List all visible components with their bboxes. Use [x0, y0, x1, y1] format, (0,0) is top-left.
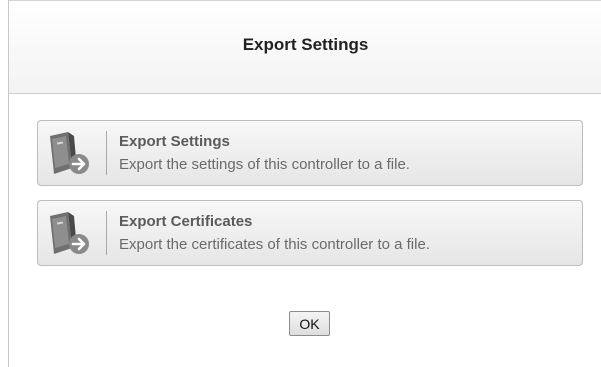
export-settings-option[interactable]: Export Settings Export the settings of t…	[37, 120, 583, 186]
option-divider	[106, 131, 107, 175]
dialog-title: Export Settings	[242, 35, 369, 54]
controller-export-icon	[46, 210, 98, 258]
option-title: Export Certificates	[119, 213, 253, 230]
export-certificates-option[interactable]: Export Certificates Export the certifica…	[37, 200, 583, 266]
option-description: Export the settings of this controller t…	[119, 156, 410, 173]
dialog-header: Export Settings	[9, 0, 601, 94]
option-description: Export the certificates of this controll…	[119, 236, 430, 253]
option-divider	[106, 211, 107, 255]
controller-export-icon	[46, 130, 98, 178]
export-settings-dialog: Export Settings Export Settings Export t…	[8, 0, 601, 367]
ok-button[interactable]: OK	[289, 311, 330, 336]
option-title: Export Settings	[119, 133, 230, 150]
